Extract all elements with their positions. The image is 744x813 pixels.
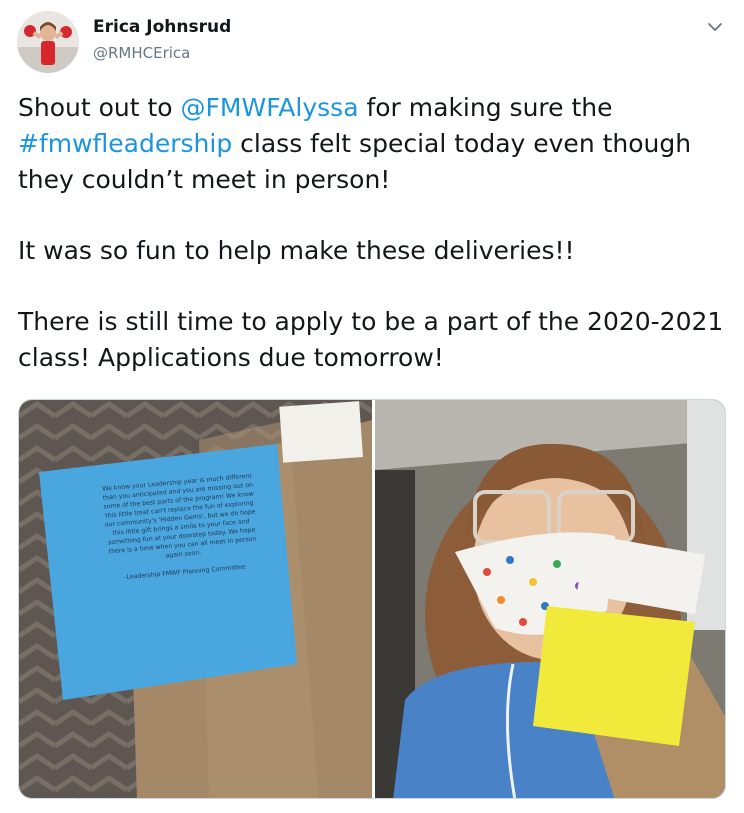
mention-link[interactable]: @FMWFAlyssa bbox=[181, 93, 359, 122]
tweet-header: Erica Johnsrud @RMHCErica bbox=[17, 11, 727, 73]
note-text: We know your Leadership year is much dif… bbox=[97, 471, 265, 584]
text-segment: Shout out to bbox=[18, 93, 181, 122]
photo-note-on-bag[interactable]: We know your Leadership year is much dif… bbox=[19, 400, 372, 798]
author-handle[interactable]: @RMHCErica bbox=[93, 44, 190, 62]
photo-selfie[interactable] bbox=[375, 400, 725, 798]
avatar[interactable] bbox=[17, 11, 79, 73]
tweet-body: Shout out to @FMWFAlyssa for making sure… bbox=[18, 90, 733, 411]
tweet-paragraph-2: It was so fun to help make these deliver… bbox=[18, 236, 575, 265]
text-segment: for making sure the bbox=[358, 93, 613, 122]
author-name[interactable]: Erica Johnsrud bbox=[93, 17, 231, 37]
tweet-paragraph-3: There is still time to apply to be a par… bbox=[18, 307, 724, 372]
note-body: We know your Leadership year is much dif… bbox=[102, 472, 257, 560]
media-grid: We know your Leadership year is much dif… bbox=[18, 399, 726, 799]
hashtag-link[interactable]: #fmwfleadership bbox=[18, 129, 232, 158]
tweet-paragraph-1: Shout out to @FMWFAlyssa for making sure… bbox=[18, 90, 733, 198]
chevron-down-icon[interactable] bbox=[705, 17, 725, 37]
